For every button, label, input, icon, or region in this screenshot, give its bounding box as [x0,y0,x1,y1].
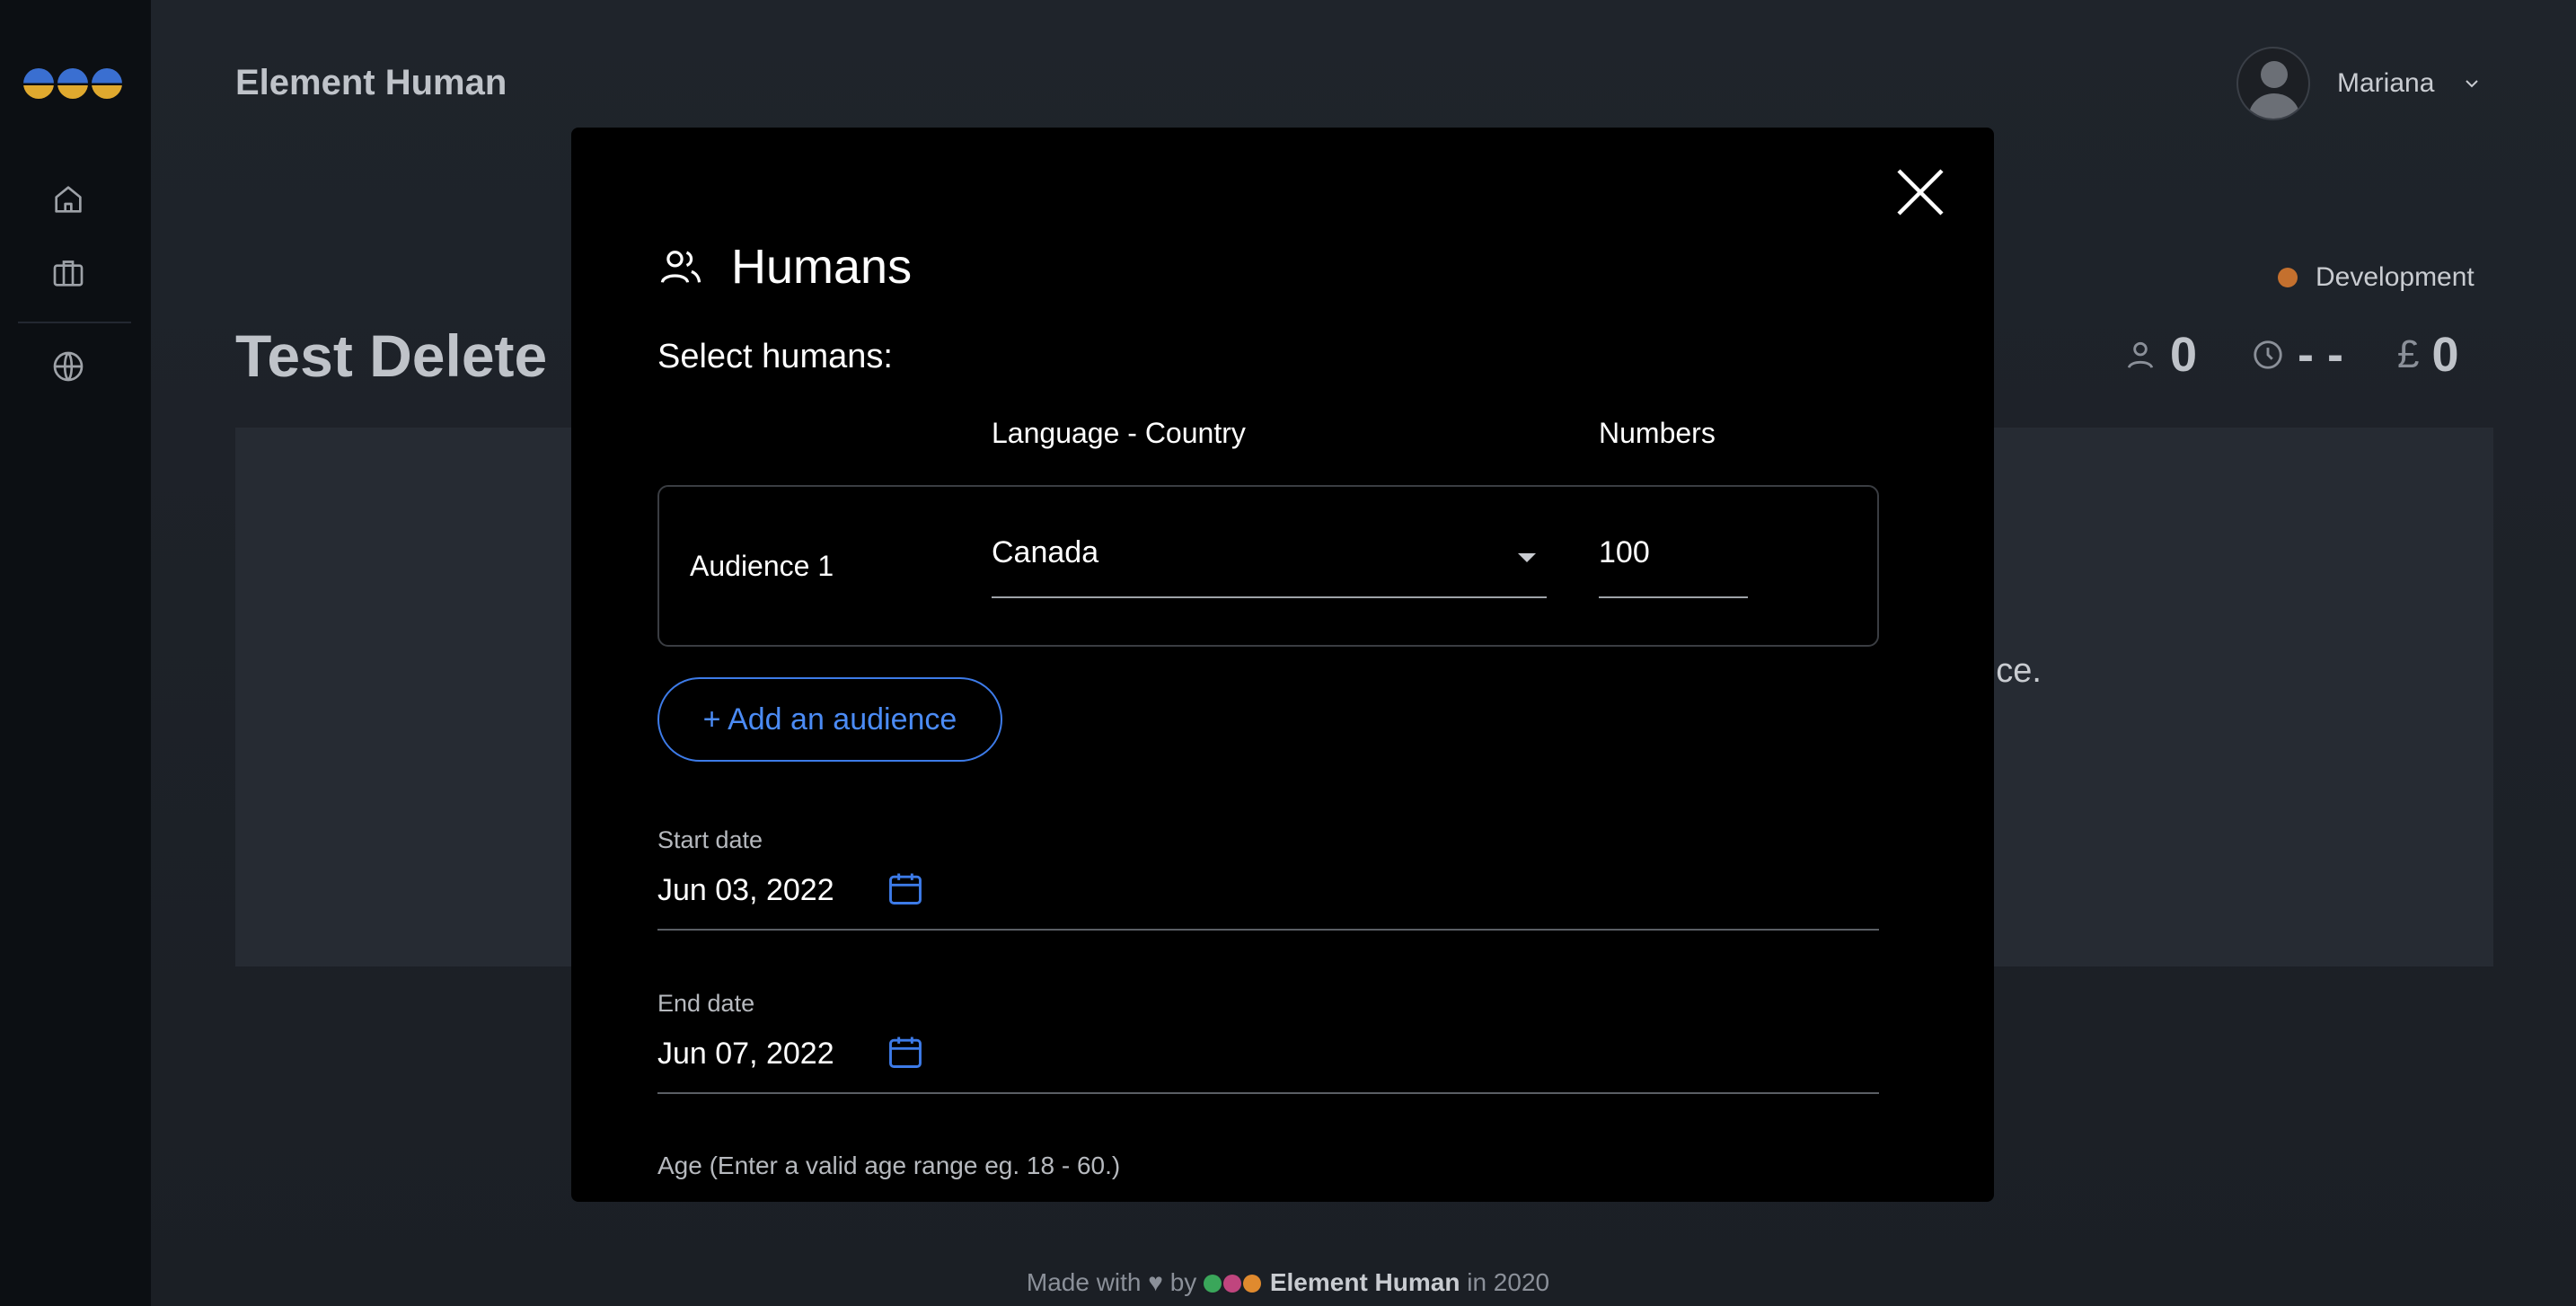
numbers-input[interactable]: 100 [1599,535,1748,598]
users-icon [660,251,701,283]
audience-row: Audience 1 Canada 100 [657,485,1879,647]
close-button[interactable] [1892,163,1949,221]
calendar-icon[interactable] [886,868,925,909]
start-date-field[interactable]: Jun 03, 2022 [657,868,1879,931]
add-audience-button[interactable]: + Add an audience [657,677,1002,762]
country-value[interactable]: Canada [992,535,1098,570]
end-date-field[interactable]: Jun 07, 2022 [657,1031,1879,1094]
audience-name: Audience 1 [690,550,834,582]
close-icon[interactable] [1892,163,1949,221]
modal-header: Humans [657,239,912,295]
calendar-icon[interactable] [886,1031,925,1072]
humans-modal: Humans Select humans: Language - Country… [571,128,1994,1202]
start-date-value[interactable]: Jun 03, 2022 [657,873,834,908]
language-country-header: Language - Country [992,417,1246,449]
age-label: Age (Enter a valid age range eg. 18 - 60… [657,1152,1121,1179]
start-date-label: Start date [657,826,763,853]
select-humans-label: Select humans: [657,338,893,375]
numbers-header: Numbers [1599,417,1716,449]
country-select[interactable]: Canada [992,535,1547,598]
modal-title: Humans [731,240,913,294]
dropdown-caret-icon[interactable] [1518,553,1536,562]
end-date-label: End date [657,990,755,1017]
end-date-value[interactable]: Jun 07, 2022 [657,1037,834,1072]
